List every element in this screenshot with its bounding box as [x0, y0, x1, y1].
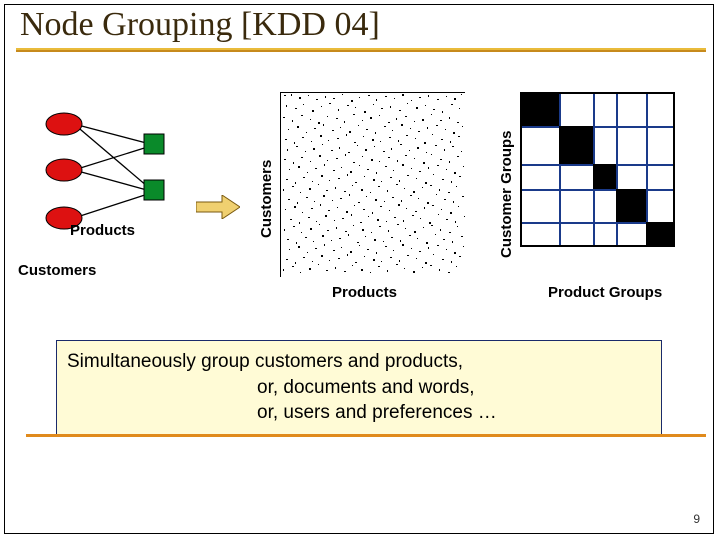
grouped-matrix-xlabel: Product Groups	[548, 284, 662, 301]
title-underline	[16, 48, 706, 52]
callout-line2: or, documents and words,	[67, 375, 651, 401]
raw-matrix-xlabel: Products	[332, 284, 397, 301]
page-number: 9	[693, 512, 700, 526]
arrow-icon	[196, 195, 240, 219]
grouped-matrix	[520, 92, 675, 247]
bottom-accent	[26, 434, 706, 437]
callout-line3: or, users and preferences …	[67, 400, 651, 426]
raw-matrix-ylabel: Customers	[258, 160, 275, 238]
bipartite-customers-label: Customers	[18, 262, 96, 279]
grouped-matrix-ylabel: Customer Groups	[498, 130, 515, 258]
bipartite-products-label: Products	[70, 222, 135, 239]
slide-title: Node Grouping [KDD 04]	[20, 6, 380, 44]
callout-line1: Simultaneously group customers and produ…	[67, 349, 651, 375]
summary-callout: Simultaneously group customers and produ…	[56, 340, 662, 437]
raw-matrix	[280, 92, 465, 277]
